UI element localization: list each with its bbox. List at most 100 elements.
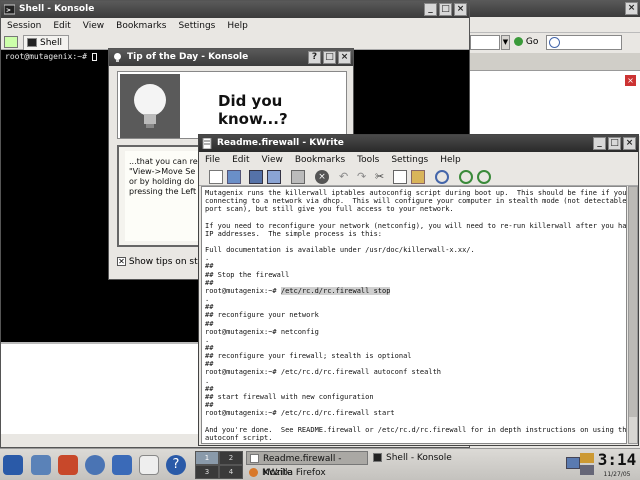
close-doc-icon[interactable]: × — [315, 170, 329, 184]
tip-close-button[interactable]: × — [338, 51, 351, 64]
kw-menu-help[interactable]: Help — [434, 152, 467, 168]
save-icon[interactable] — [249, 170, 263, 184]
menu-edit[interactable]: Edit — [47, 18, 76, 34]
go-button[interactable]: Go — [514, 35, 544, 50]
writer-icon[interactable] — [139, 455, 159, 475]
kwrite-minimize-button[interactable]: _ — [593, 137, 606, 150]
editor-line[interactable]: port scan), but still give you full acce… — [205, 205, 623, 213]
mail-icon[interactable] — [112, 455, 132, 475]
desktop-icon[interactable] — [31, 455, 51, 475]
kwrite-titlebar[interactable]: Readme.firewall - KWrite _ □ × — [199, 135, 638, 152]
print-icon[interactable] — [291, 170, 305, 184]
home-icon[interactable] — [58, 455, 78, 475]
tray-klipper-icon[interactable] — [580, 453, 594, 463]
desktop-1[interactable]: 1 — [196, 452, 218, 464]
editor-line[interactable]: ## — [205, 385, 623, 393]
editor-line[interactable]: ## — [205, 320, 623, 328]
url-dropdown-icon[interactable]: ▼ — [501, 35, 510, 50]
close-button[interactable]: × — [454, 3, 467, 16]
menu-help[interactable]: Help — [221, 18, 254, 34]
close-tab-icon[interactable]: × — [625, 75, 636, 86]
editor-line[interactable]: root@mutagenix:~# /etc/rc.d/rc.firewall … — [205, 368, 623, 376]
kw-menu-view[interactable]: View — [256, 152, 289, 168]
k-menu-icon[interactable] — [3, 455, 23, 475]
task-konsole[interactable]: Shell - Konsole — [370, 451, 500, 465]
editor-line[interactable]: ## — [205, 262, 623, 270]
help-icon[interactable]: ? — [166, 455, 186, 475]
tray-display-icon[interactable] — [566, 457, 580, 469]
firefox-titlebar[interactable]: × — [470, 0, 640, 17]
menu-settings[interactable]: Settings — [172, 18, 221, 34]
task-firefox[interactable]: Mozilla Firefox — [246, 466, 368, 480]
editor-line[interactable]: root@mutagenix:~# /etc/rc.d/rc.firewall … — [205, 286, 623, 295]
editor-line[interactable]: root@mutagenix:~# netconfig — [205, 328, 623, 336]
editor-line[interactable]: ## — [205, 344, 623, 352]
url-input[interactable] — [470, 35, 500, 50]
tip-help-button[interactable]: ? — [308, 51, 321, 64]
show-tips-checkbox-row[interactable]: ✕ Show tips on start — [117, 255, 210, 269]
editor-line[interactable] — [205, 417, 623, 425]
editor-scrollbar[interactable] — [628, 186, 638, 444]
desktop-2[interactable]: 2 — [220, 452, 242, 464]
firefox-close-button[interactable]: × — [625, 2, 638, 15]
text-editor[interactable]: Mutagenix runs the killerwall iptables a… — [201, 186, 627, 444]
kw-menu-edit[interactable]: Edit — [226, 152, 255, 168]
tip-maximize-button[interactable]: □ — [323, 51, 336, 64]
cut-icon[interactable]: ✂ — [375, 170, 389, 184]
editor-line[interactable] — [205, 213, 623, 221]
editor-line[interactable]: connecting to a network via dhcp. This w… — [205, 197, 626, 205]
paste-icon[interactable] — [411, 170, 425, 184]
scrollbar-thumb[interactable] — [629, 187, 637, 417]
maximize-button[interactable]: □ — [439, 3, 452, 16]
konsole-titlebar[interactable]: > Shell - Konsole _ □ × — [1, 1, 469, 18]
find-icon[interactable] — [435, 170, 449, 184]
zoom-in-icon[interactable] — [459, 170, 473, 184]
tip-titlebar[interactable]: Tip of the Day - Konsole ? □ × — [109, 49, 353, 66]
menu-session[interactable]: Session — [1, 18, 47, 34]
editor-line[interactable]: . — [205, 377, 623, 385]
clock-time[interactable]: 3:14 — [597, 450, 637, 470]
editor-line[interactable]: root@mutagenix:~# /etc/rc.d/rc.firewall … — [205, 409, 623, 417]
editor-line[interactable]: IP addresses. The simple process is this… — [205, 230, 623, 238]
new-file-icon[interactable] — [209, 170, 223, 184]
editor-line[interactable]: ## — [205, 303, 623, 311]
kwrite-close-button[interactable]: × — [623, 137, 636, 150]
editor-line[interactable]: . — [205, 336, 623, 344]
kw-menu-tools[interactable]: Tools — [351, 152, 385, 168]
editor-line[interactable]: ## reconfigure your firewall; stealth is… — [205, 352, 623, 360]
editor-line[interactable]: ## start firewall with new configuration — [205, 393, 623, 401]
editor-line[interactable]: If you need to reconfigure your network … — [205, 222, 626, 230]
kw-menu-settings[interactable]: Settings — [385, 152, 434, 168]
desktop-4[interactable]: 4 — [220, 466, 242, 478]
task-kwrite[interactable]: Readme.firewall - KWrite — [246, 451, 368, 478]
undo-icon[interactable]: ↶ — [339, 171, 353, 183]
copy-icon[interactable] — [393, 170, 407, 184]
editor-line[interactable]: ## Stop the firewall — [205, 271, 623, 279]
open-file-icon[interactable] — [227, 170, 241, 184]
redo-icon[interactable]: ↷ — [357, 171, 371, 183]
editor-line[interactable]: . — [205, 295, 623, 303]
editor-line[interactable]: Mutagenix runs the killerwall iptables a… — [205, 189, 626, 197]
kw-menu-bookmarks[interactable]: Bookmarks — [289, 152, 351, 168]
editor-line[interactable]: autoconf script. — [205, 434, 623, 442]
editor-line[interactable]: ## reconfigure your network — [205, 311, 623, 319]
selected-text[interactable]: /etc/rc.d/rc.firewall stop — [280, 286, 391, 295]
minimize-button[interactable]: _ — [424, 3, 437, 16]
editor-line[interactable]: ## — [205, 279, 623, 287]
editor-line[interactable]: And you're done. See README.firewall or … — [205, 426, 626, 434]
menu-bookmarks[interactable]: Bookmarks — [110, 18, 172, 34]
kwrite-maximize-button[interactable]: □ — [608, 137, 621, 150]
menu-view[interactable]: View — [77, 18, 110, 34]
konqueror-icon[interactable] — [85, 455, 105, 475]
tab-shell[interactable]: Shell — [23, 35, 69, 50]
tray-network-icon[interactable] — [580, 465, 594, 475]
zoom-out-icon[interactable] — [477, 170, 491, 184]
save-as-icon[interactable] — [267, 170, 281, 184]
editor-line[interactable]: . — [205, 254, 623, 262]
search-input[interactable] — [546, 35, 622, 50]
editor-line[interactable] — [205, 238, 623, 246]
desktop-3[interactable]: 3 — [196, 466, 218, 478]
editor-line[interactable]: ## — [205, 360, 623, 368]
editor-line[interactable]: Full documentation is available under /u… — [205, 246, 623, 254]
new-session-icon[interactable] — [4, 36, 18, 48]
